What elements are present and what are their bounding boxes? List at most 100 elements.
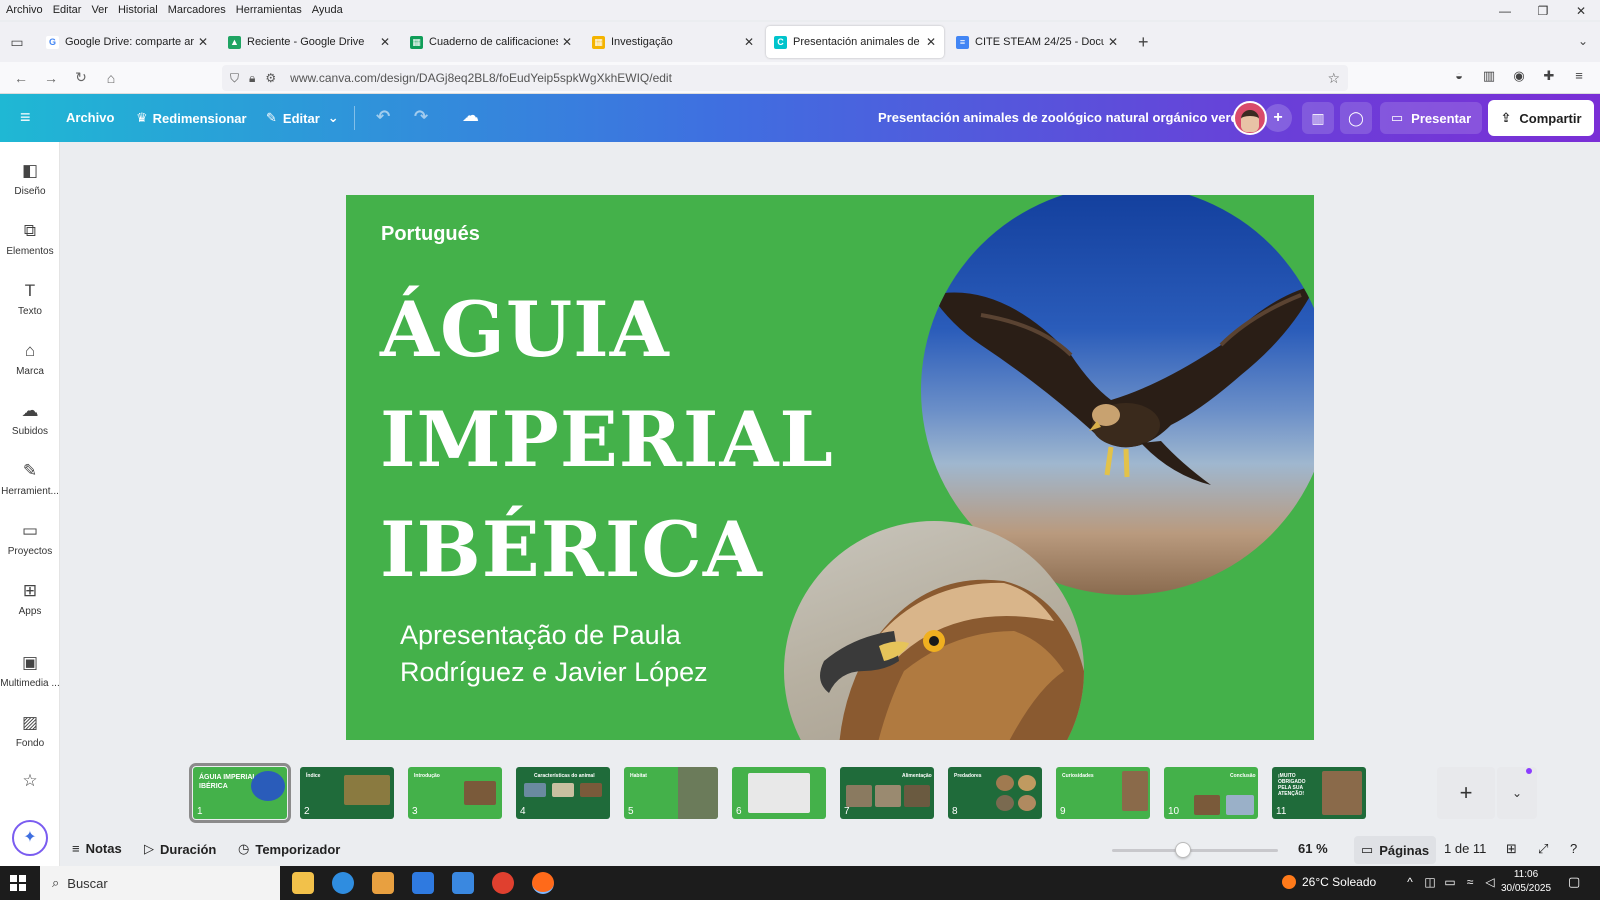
chevron-up-icon[interactable]: ^ — [1400, 875, 1420, 889]
sidebar-icon[interactable]: ▥ — [1474, 68, 1504, 84]
tab-cite-steam[interactable]: ≡ CITE STEAM 24/25 - Document ✕ — [948, 26, 1126, 58]
slide-course-label[interactable]: Portugués — [381, 223, 480, 246]
close-tab-icon[interactable]: ✕ — [380, 35, 390, 49]
page-thumbnail-7[interactable]: Alimentação 7 — [840, 767, 934, 819]
firefox-icon[interactable] — [532, 872, 554, 894]
chrome-icon[interactable] — [492, 872, 514, 894]
chevron-down-icon[interactable]: ⌄ — [1578, 34, 1588, 48]
shield-icon[interactable]: ⛉ — [230, 71, 239, 86]
restore-icon[interactable]: ❐ — [1524, 0, 1562, 22]
undo-icon[interactable]: ↶ — [376, 107, 390, 127]
add-page-button[interactable]: + — [1437, 767, 1495, 819]
tab-list-icon[interactable]: ▭ — [0, 34, 34, 51]
permissions-icon[interactable]: ⚙ — [265, 71, 276, 85]
magic-assistant-icon[interactable]: ✦ — [12, 820, 48, 856]
sidebar-item-diseno[interactable]: ◧ Diseño — [0, 160, 60, 197]
bookmark-star-icon[interactable]: ☆ — [1327, 70, 1340, 87]
edge-icon[interactable] — [332, 872, 354, 894]
network-icon[interactable]: ▭ — [1440, 875, 1460, 889]
hamburger-menu-icon[interactable]: ≡ — [1564, 68, 1594, 84]
page-thumbnail-4[interactable]: Características do animal 4 — [516, 767, 610, 819]
home-icon[interactable]: ⌂ — [96, 70, 126, 86]
notifications-icon[interactable]: ▢ — [1568, 874, 1580, 890]
page-thumbnail-3[interactable]: Introdução 3 — [408, 767, 502, 819]
avatar[interactable] — [1233, 101, 1267, 135]
pocket-icon[interactable]: ◒ — [1444, 68, 1474, 84]
slide-authors[interactable]: Apresentação de Paula Rodríguez e Javier… — [400, 617, 780, 691]
new-tab-icon[interactable]: + — [1138, 32, 1149, 53]
sidebar-item-texto[interactable]: T Texto — [0, 280, 60, 317]
file-explorer-icon[interactable] — [292, 872, 314, 894]
url-text[interactable]: www.canva.com/design/DAGj8eq2BL8/foEudYe… — [290, 71, 672, 85]
redo-icon[interactable]: ↷ — [414, 107, 428, 127]
tab-google-drive-share[interactable]: G Google Drive: comparte archivo ✕ — [38, 26, 216, 58]
sidebar-item-herramientas[interactable]: ✎ Herramient... — [0, 460, 60, 497]
page-thumbnail-6[interactable]: 6 — [732, 767, 826, 819]
close-tab-icon[interactable]: ✕ — [562, 35, 572, 49]
help-icon[interactable]: ? — [1570, 841, 1577, 856]
lock-icon[interactable]: 🔒︎ — [249, 71, 255, 86]
canva-menu-icon[interactable]: ≡ — [20, 107, 31, 128]
menu-ayuda[interactable]: Ayuda — [312, 4, 343, 16]
menu-archivo[interactable]: Archivo — [6, 4, 43, 16]
page-thumbnail-1[interactable]: ÁGUIA IMPERIAL IBÉRICA 1 — [189, 763, 291, 823]
windows-start-icon[interactable] — [10, 875, 26, 891]
pages-view-button[interactable]: ▭ Páginas — [1354, 836, 1436, 864]
page-thumbnail-5[interactable]: Habitat 5 — [624, 767, 718, 819]
zoom-slider[interactable] — [1112, 849, 1278, 852]
resize-button[interactable]: ♛ Redimensionar — [136, 110, 247, 126]
notes-button[interactable]: ≡ Notas — [72, 841, 122, 856]
sidebar-item-marca[interactable]: ⌂ Marca — [0, 340, 60, 377]
grid-view-icon[interactable]: ⊞ — [1506, 841, 1517, 857]
close-tab-icon[interactable]: ✕ — [926, 35, 936, 49]
taskbar-search-box[interactable]: ⌕ Buscar — [40, 866, 280, 900]
duration-button[interactable]: ▷ Duración — [144, 841, 216, 857]
camera-icon[interactable]: ◫ — [1420, 875, 1440, 889]
zoom-slider-handle[interactable] — [1175, 842, 1192, 858]
menu-editar[interactable]: Editar — [53, 4, 82, 16]
slide-title[interactable]: ÁGUIA IMPERIAL IBÉRICA — [380, 275, 834, 605]
wifi-off-icon[interactable]: ≈ — [1460, 875, 1480, 889]
sidebar-item-fondo[interactable]: ▨ Fondo — [0, 712, 60, 749]
minimize-icon[interactable]: — — [1486, 0, 1524, 22]
weather-widget[interactable]: 26°C Soleado — [1282, 875, 1376, 889]
close-tab-icon[interactable]: ✕ — [744, 35, 754, 49]
store-icon[interactable] — [412, 872, 434, 894]
sidebar-item-elementos[interactable]: ⧉ Elementos — [0, 220, 60, 257]
share-button[interactable]: ⇪ Compartir — [1488, 100, 1594, 136]
menu-herramientas[interactable]: Herramientas — [236, 4, 302, 16]
close-window-icon[interactable]: ✕ — [1562, 0, 1600, 22]
sidebar-item-apps[interactable]: ⊞ Apps — [0, 580, 60, 617]
zoom-level[interactable]: 61 % — [1298, 841, 1328, 856]
close-tab-icon[interactable]: ✕ — [1108, 35, 1118, 49]
starred-icon[interactable]: ☆ — [0, 770, 60, 792]
page-thumbnail-8[interactable]: Predadores 8 — [948, 767, 1042, 819]
present-button[interactable]: ▭ Presentar — [1380, 102, 1482, 134]
tab-canva-presentation[interactable]: C Presentación animales de zoológ ✕ — [766, 26, 944, 58]
page-thumbnail-9[interactable]: Curiosidades 9 — [1056, 767, 1150, 819]
mail-icon[interactable] — [452, 872, 474, 894]
menu-marcadores[interactable]: Marcadores — [168, 4, 226, 16]
page-thumbnail-11[interactable]: ¡MUITO OBRIGADO PELA SUA ATENÇÃO! 11 — [1272, 767, 1366, 819]
sidebar-item-multimedia[interactable]: ▣ Multimedia ... — [0, 652, 60, 689]
volume-icon[interactable]: ◁ — [1480, 875, 1500, 889]
forward-icon[interactable]: → — [36, 70, 66, 86]
page-thumbnail-2[interactable]: Índice 2 — [300, 767, 394, 819]
account-icon[interactable]: ◉ — [1504, 68, 1534, 84]
tab-investigacao[interactable]: ▦ Investigação ✕ — [584, 26, 762, 58]
taskbar-clock[interactable]: 11:06 30/05/2025 — [1498, 868, 1554, 896]
slide-canvas[interactable]: Portugués ÁGUIA IMPERIAL IBÉRICA Apresen… — [346, 195, 1314, 740]
reload-icon[interactable]: ↻ — [66, 69, 96, 86]
address-bar[interactable]: ⛉ 🔒︎ ⚙ www.canva.com/design/DAGj8eq2BL8/… — [222, 65, 1348, 91]
edit-mode-button[interactable]: ✎ Editar ⌄ — [266, 110, 339, 126]
tab-gradebook[interactable]: ▦ Cuaderno de calificaciones de 4 ✕ — [402, 26, 580, 58]
sidebar-item-proyectos[interactable]: ▭ Proyectos — [0, 520, 60, 557]
insights-chart-icon[interactable]: ▥ — [1302, 102, 1334, 134]
tab-google-drive-recent[interactable]: ▲ Reciente - Google Drive ✕ — [220, 26, 398, 58]
expand-pages-button[interactable]: ⌄ — [1497, 767, 1537, 819]
page-thumbnail-10[interactable]: Conclusão 10 — [1164, 767, 1258, 819]
menu-historial[interactable]: Historial — [118, 4, 158, 16]
extensions-icon[interactable]: ✚ — [1534, 68, 1564, 84]
sidebar-item-subidos[interactable]: ☁ Subidos — [0, 400, 60, 437]
menu-ver[interactable]: Ver — [91, 4, 108, 16]
